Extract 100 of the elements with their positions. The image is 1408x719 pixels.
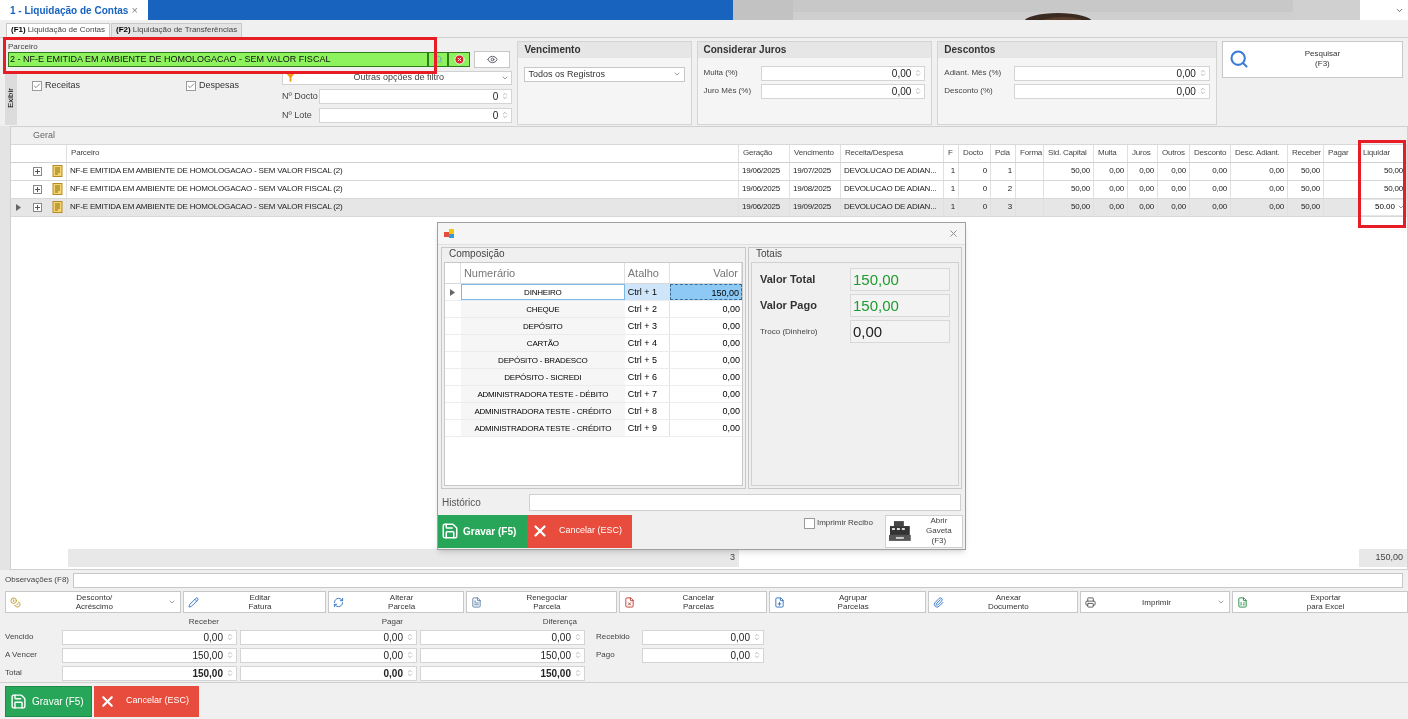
column-header[interactable]: Forma <box>1020 147 1043 160</box>
column-header[interactable]: Receber <box>1292 147 1321 160</box>
column-header[interactable]: Vencimento <box>794 147 834 160</box>
spin-arrows-icon[interactable] <box>914 87 923 96</box>
expand-icon[interactable] <box>33 166 42 176</box>
spin-arrows-icon[interactable] <box>574 651 582 660</box>
column-header[interactable]: Parceiro <box>71 147 100 160</box>
column-header[interactable]: Receita/Despesa <box>845 147 903 160</box>
number-field[interactable]: 0,00 <box>62 629 237 645</box>
number-field[interactable]: 0,00 <box>760 83 926 99</box>
checkbox[interactable] <box>32 80 42 91</box>
spin-arrows-icon[interactable] <box>1198 87 1207 96</box>
open-drawer-button[interactable]: Abrir Gaveta (F3) <box>885 514 963 548</box>
expand-icon[interactable] <box>33 202 42 212</box>
number-field[interactable]: 0,00 <box>642 647 764 663</box>
toolbar-button[interactable]: Imprimir <box>1079 591 1231 614</box>
spin-arrows-icon[interactable] <box>406 669 414 678</box>
spin-arrows-icon[interactable] <box>574 633 582 642</box>
table-row[interactable]: DINHEIRO Ctrl + 1 150,00 <box>445 284 742 301</box>
number-field[interactable]: 0,00 <box>1014 65 1210 81</box>
column-header[interactable]: Liquidar <box>1363 147 1390 160</box>
number-field[interactable]: 0,00 <box>240 647 417 663</box>
spin-arrows-icon[interactable] <box>501 111 510 120</box>
search-button[interactable]: Pesquisar (F3) <box>1221 40 1403 78</box>
number-field[interactable]: 150,00 <box>420 665 585 681</box>
value-editor[interactable]: 50.00 <box>1361 199 1405 215</box>
notes-field[interactable] <box>73 572 1403 588</box>
view-button[interactable] <box>474 51 510 69</box>
document-tab[interactable]: 1 - Liquidação de Contas × <box>0 0 148 20</box>
tab[interactable]: (F1) Liquidação de Contas <box>6 22 111 37</box>
spin-arrows-icon[interactable] <box>574 669 582 678</box>
column-header[interactable]: Desconto <box>1194 147 1227 160</box>
partner-field[interactable]: 2 - NF-E EMITIDA EM AMBIENTE DE HOMOLOGACAO - SEM VALOR FISCAL <box>8 52 428 68</box>
spin-arrows-icon[interactable] <box>1198 69 1207 78</box>
column-header[interactable]: Atalho <box>624 263 671 283</box>
clear-button[interactable] <box>448 52 470 68</box>
toolbar-button[interactable]: Editar Fatura <box>182 591 327 614</box>
spin-arrows-icon[interactable] <box>406 633 414 642</box>
table-cell: CHEQUE <box>460 301 625 317</box>
checkbox[interactable] <box>186 80 196 91</box>
toolbar-button[interactable]: Desconto/ Acréscimo <box>5 591 181 614</box>
checkbox-option[interactable]: Despesas <box>186 78 240 93</box>
number-field[interactable]: 0 <box>319 107 513 123</box>
column-header[interactable]: Valor <box>670 263 742 283</box>
column-header[interactable]: Multa <box>1098 147 1117 160</box>
number-field[interactable]: 0 <box>319 88 513 104</box>
toolbar-button[interactable]: Alterar Parcela <box>328 591 464 614</box>
column-header[interactable]: Desc. Adiant. <box>1235 147 1280 160</box>
history-field[interactable] <box>529 493 961 511</box>
table-row[interactable]: DEPÓSITO - SICREDI Ctrl + 6 0,00 <box>445 369 742 386</box>
expand-icon[interactable] <box>33 184 42 194</box>
due-dropdown[interactable]: Todos os Registros <box>524 66 685 82</box>
number-field[interactable]: 0,00 <box>642 629 764 645</box>
cancel-button[interactable]: Cancelar (ESC) <box>527 514 632 548</box>
column-header[interactable]: Numerário <box>460 263 625 283</box>
toolbar-button[interactable]: Anexar Documento <box>928 591 1078 614</box>
column-header[interactable]: Outros <box>1162 147 1185 160</box>
close-tab[interactable]: × <box>131 1 138 19</box>
eye-icon <box>486 54 498 66</box>
column-header[interactable]: Geração <box>743 147 773 160</box>
table-row[interactable]: CARTÃO Ctrl + 4 0,00 <box>445 335 742 352</box>
table-cell: 0,00 <box>1269 201 1284 214</box>
table-row[interactable]: CHEQUE Ctrl + 2 0,00 <box>445 301 742 318</box>
spin-arrows-icon[interactable] <box>501 92 510 101</box>
number-field[interactable]: 150,00 <box>62 665 237 681</box>
table-row[interactable]: DEPÓSITO Ctrl + 3 0,00 <box>445 318 742 335</box>
spin-arrows-icon[interactable] <box>914 69 923 78</box>
spin-arrows-icon[interactable] <box>226 651 234 660</box>
column-header[interactable]: Juros <box>1132 147 1151 160</box>
column-header[interactable]: Sld. Capital <box>1048 147 1087 160</box>
table-row[interactable]: ADMINISTRADORA TESTE - CRÉDITO Ctrl + 8 0,00 <box>445 403 742 420</box>
tab[interactable]: (F2) Liquidação de Transferências <box>111 22 243 37</box>
spin-arrows-icon[interactable] <box>226 633 234 642</box>
column-header[interactable]: Pcla <box>995 147 1010 160</box>
toolbar-button[interactable]: Cancelar Parcelas <box>618 591 768 614</box>
number-field[interactable]: 150,00 <box>420 647 585 663</box>
toolbar-button[interactable]: Exportar para Excel <box>1232 591 1408 614</box>
spin-arrows-icon[interactable] <box>406 651 414 660</box>
spin-arrows-icon[interactable] <box>226 669 234 678</box>
spin-arrows-icon[interactable] <box>753 633 761 642</box>
checkbox-option[interactable]: Receitas <box>32 78 80 93</box>
spin-arrows-icon[interactable] <box>753 651 761 660</box>
toolbar-button[interactable]: Renegociar Parcela <box>466 591 617 614</box>
cancel-button[interactable]: Cancelar (ESC) <box>94 685 199 717</box>
table-row[interactable]: DEPÓSITO - BRADESCO Ctrl + 5 0,00 <box>445 352 742 369</box>
number-field[interactable]: 0,00 <box>420 629 585 645</box>
column-header[interactable]: Docto <box>963 147 983 160</box>
checkbox[interactable] <box>804 517 815 529</box>
number-field[interactable]: 0,00 <box>240 665 417 681</box>
toolbar-button[interactable]: Agrupar Parcelas <box>769 591 926 614</box>
close-icon[interactable] <box>948 228 959 239</box>
number-field[interactable]: 0,00 <box>760 65 926 81</box>
number-field[interactable]: 0,00 <box>1014 83 1210 99</box>
table-row[interactable]: ADMINISTRADORA TESTE - CRÉDITO Ctrl + 9 0,00 <box>445 420 742 437</box>
number-field[interactable]: 0,00 <box>240 629 417 645</box>
number-field[interactable]: 150,00 <box>62 647 237 663</box>
column-header[interactable]: Pagar <box>1328 147 1349 160</box>
column-header[interactable]: F <box>948 147 953 160</box>
table-row[interactable]: ADMINISTRADORA TESTE - DÉBITO Ctrl + 7 0,00 <box>445 386 742 403</box>
print-receipt-checkbox[interactable]: Imprimir Recibo <box>804 517 873 529</box>
